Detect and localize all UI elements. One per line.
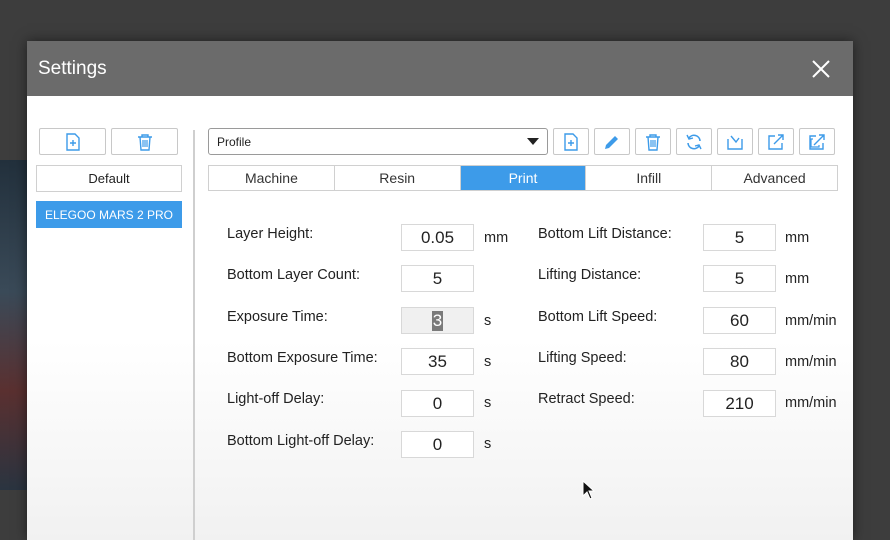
lifting-speed-unit: mm/min <box>785 354 837 370</box>
bottom-exposure-time-label: Bottom Exposure Time: <box>227 350 378 366</box>
retract-speed-label: Retract Speed: <box>538 391 635 407</box>
close-icon <box>812 59 830 78</box>
settings-tabs: Machine Resin Print Infill Advanced <box>208 165 838 191</box>
tab-print[interactable]: Print <box>460 166 587 190</box>
export-all-icon <box>809 133 825 150</box>
tab-resin[interactable]: Resin <box>334 166 461 190</box>
add-printer-button[interactable] <box>39 128 106 155</box>
bottom-light-off-delay-unit: s <box>484 436 492 452</box>
bottom-lift-distance-input[interactable]: 5 <box>703 224 776 251</box>
new-file-icon <box>65 132 80 151</box>
dialog-header: Settings <box>27 41 853 96</box>
sidebar-item-label: Default <box>88 171 130 186</box>
dialog-content: Default ELEGOO MARS 2 PRO Profile Machin… <box>27 96 853 540</box>
lifting-distance-unit: mm <box>785 271 810 287</box>
delete-printer-button[interactable] <box>111 128 178 155</box>
bottom-lift-distance-label: Bottom Lift Distance: <box>538 226 672 242</box>
layer-height-unit: mm <box>484 230 509 246</box>
exposure-time-label: Exposure Time: <box>227 309 328 325</box>
profile-selected-value: Profile <box>217 134 252 149</box>
light-off-delay-unit: s <box>484 395 492 411</box>
sidebar-item-label: ELEGOO MARS 2 PRO <box>44 207 174 222</box>
background-figure <box>0 160 30 490</box>
exposure-time-value: 3 <box>431 310 444 331</box>
lifting-distance-input[interactable]: 5 <box>703 265 776 292</box>
import-profile-button[interactable] <box>717 128 753 155</box>
bottom-lift-speed-label: Bottom Lift Speed: <box>538 309 658 325</box>
chevron-down-icon <box>527 137 539 145</box>
close-button[interactable] <box>807 55 835 83</box>
trash-icon <box>137 133 152 151</box>
new-file-icon <box>564 132 578 151</box>
delete-profile-button[interactable] <box>635 128 671 155</box>
import-icon <box>727 135 743 150</box>
settings-dialog: Settings Default ELEGOO MARS 2 PRO Profi… <box>27 41 853 540</box>
bottom-lift-distance-unit: mm <box>785 230 810 246</box>
tab-advanced[interactable]: Advanced <box>712 166 837 190</box>
lifting-distance-label: Lifting Distance: <box>538 267 642 283</box>
panel-divider <box>193 130 195 540</box>
bottom-exposure-time-input[interactable]: 35 <box>401 348 474 375</box>
bottom-lift-speed-input[interactable]: 60 <box>703 307 776 334</box>
export-profile-button[interactable] <box>758 128 794 155</box>
layer-height-input[interactable]: 0.05 <box>401 224 474 251</box>
export-all-profiles-button[interactable] <box>799 128 835 155</box>
exposure-time-unit: s <box>484 313 492 329</box>
lifting-speed-label: Lifting Speed: <box>538 350 627 366</box>
sidebar-item-elegoo-mars-2-pro[interactable]: ELEGOO MARS 2 PRO <box>36 201 182 228</box>
mouse-cursor-icon <box>582 480 596 500</box>
dialog-title: Settings <box>38 57 107 79</box>
retract-speed-unit: mm/min <box>785 395 837 411</box>
lifting-speed-input[interactable]: 80 <box>703 348 776 375</box>
exposure-time-input[interactable]: 3 <box>401 307 474 334</box>
refresh-icon <box>686 134 702 149</box>
bottom-exposure-time-unit: s <box>484 354 492 370</box>
tab-machine[interactable]: Machine <box>209 166 335 190</box>
export-icon <box>768 133 784 150</box>
bottom-light-off-delay-input[interactable]: 0 <box>401 431 474 458</box>
printer-sidebar: Default ELEGOO MARS 2 PRO <box>27 96 193 540</box>
bottom-light-off-delay-label: Bottom Light-off Delay: <box>227 433 375 449</box>
edit-icon <box>605 135 618 149</box>
light-off-delay-input[interactable]: 0 <box>401 390 474 417</box>
retract-speed-input[interactable]: 210 <box>703 390 776 417</box>
profile-dropdown[interactable]: Profile <box>208 128 548 155</box>
light-off-delay-label: Light-off Delay: <box>227 391 325 407</box>
delete-icon <box>646 133 660 151</box>
reset-profile-button[interactable] <box>676 128 712 155</box>
bottom-layer-count-label: Bottom Layer Count: <box>227 267 360 283</box>
new-profile-button[interactable] <box>553 128 589 155</box>
sidebar-item-default[interactable]: Default <box>36 165 182 192</box>
bottom-layer-count-input[interactable]: 5 <box>401 265 474 292</box>
bottom-lift-speed-unit: mm/min <box>785 313 837 329</box>
layer-height-label: Layer Height: <box>227 226 314 242</box>
tab-infill[interactable]: Infill <box>586 166 713 190</box>
edit-profile-button[interactable] <box>594 128 630 155</box>
